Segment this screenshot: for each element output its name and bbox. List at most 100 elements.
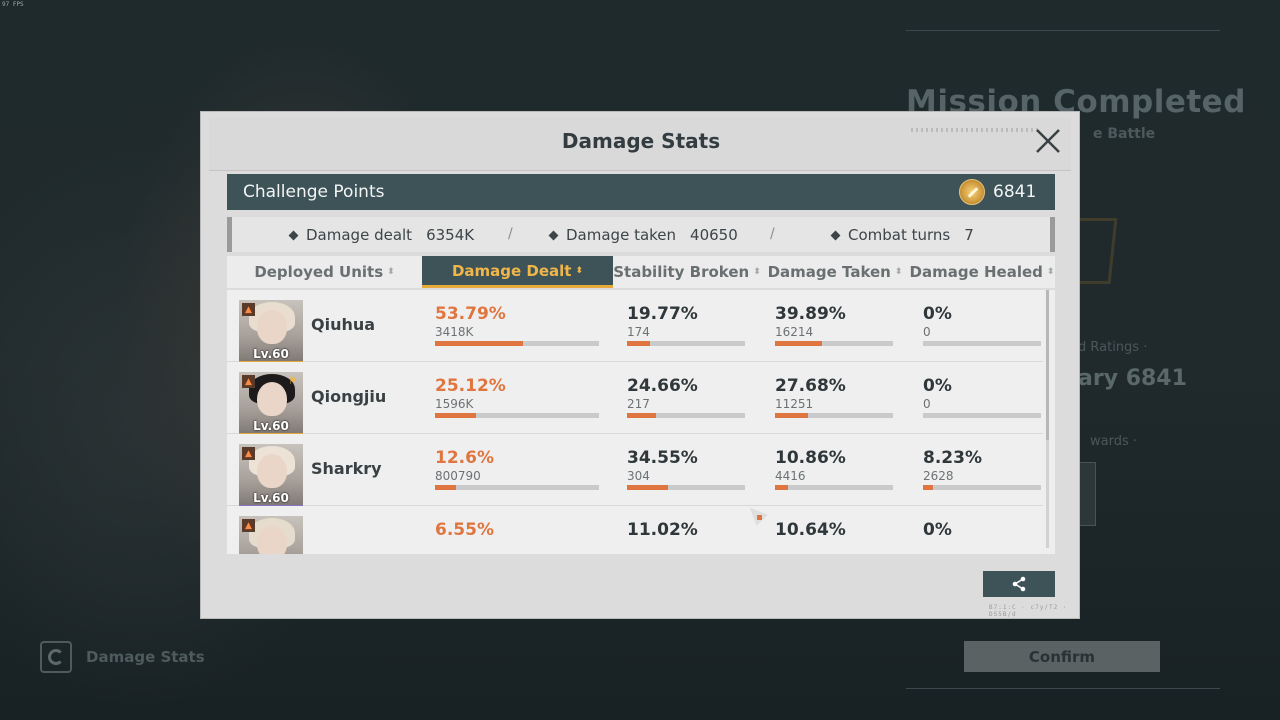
stat-bar-track: [627, 341, 745, 346]
stat-value: 217: [627, 397, 650, 411]
close-button[interactable]: [1033, 126, 1063, 156]
damage-stats-modal: Damage Stats Challenge Points 6841 Damag…: [200, 111, 1080, 619]
stat-percent: 6.55%: [435, 520, 494, 540]
stat-value: 16214: [775, 325, 814, 339]
unit-row[interactable]: ▲ ⚑ Lv.60 Qiongjiu 25.12% 1596K 24.66% 217 27.68…: [227, 362, 1043, 436]
stat-percent: 34.55%: [627, 448, 698, 468]
portrait-face: [257, 526, 287, 554]
stat-value: 1596K: [435, 397, 474, 411]
stat-percent: 19.77%: [627, 304, 698, 324]
stat-bar-fill: [775, 341, 822, 346]
stat-bar-fill: [435, 341, 523, 346]
unit-name: Qiongjiu: [311, 387, 387, 406]
stats-icon: [40, 641, 72, 673]
damage-taken-cell: 10.64%: [775, 520, 893, 541]
column-label: Damage Taken: [767, 263, 891, 281]
stat-bar-fill: [627, 341, 650, 346]
fire-icon: ▲: [242, 447, 255, 460]
unit-name: Qiuhua: [311, 315, 376, 334]
summary-value: 7: [964, 226, 974, 244]
unit-stats-list[interactable]: ▲ Lv.60 Qiuhua 53.79% 3418K 19.77% 174 39.89% 16…: [227, 290, 1055, 554]
stat-percent: 8.23%: [923, 448, 982, 468]
unit-portrait[interactable]: ▲: [239, 516, 303, 554]
summary-separator: /: [508, 226, 513, 242]
diamond-bullet-icon: [830, 230, 841, 240]
stat-bar-track: [775, 485, 893, 490]
challenge-medal-icon: [959, 179, 985, 205]
fire-icon: ▲: [242, 519, 255, 532]
column-damage-dealt[interactable]: Damage Dealt ⬍: [422, 256, 613, 288]
summary-label: Damage dealt: [306, 226, 413, 244]
role-icon: [286, 447, 300, 460]
damage-healed-cell: 8.23% 2628: [923, 448, 1041, 490]
unit-portrait[interactable]: ▲ Lv.60: [239, 300, 303, 364]
portrait-face: [257, 382, 287, 416]
stability-broken-cell: 11.02%: [627, 520, 745, 541]
confirm-button[interactable]: Confirm: [964, 641, 1160, 672]
summary-label: Combat turns: [848, 226, 951, 244]
column-label: Damage Dealt: [451, 261, 572, 280]
list-scroll-thumb[interactable]: [1046, 290, 1049, 440]
unit-portrait[interactable]: ▲ Lv.60: [239, 444, 303, 508]
unit-row[interactable]: ▲ Lv.60 Sharkry 12.6% 800790 34.55% 304 10.86% 4…: [227, 434, 1043, 508]
stat-percent: 12.6%: [435, 448, 494, 468]
stat-bar-track: [923, 485, 1041, 490]
fire-icon: ▲: [242, 375, 255, 388]
rating-label: d Ratings ·: [1078, 340, 1148, 355]
stat-value: 0: [923, 325, 931, 339]
damage-healed-cell: 0% 0: [923, 304, 1041, 346]
stat-percent: 25.12%: [435, 376, 506, 396]
column-deployed-units[interactable]: Deployed Units ⬍: [227, 256, 422, 288]
sort-icon: ⬍: [753, 267, 761, 277]
column-damage-taken[interactable]: Damage Taken ⬍: [761, 256, 909, 288]
summary-value: 40650: [690, 226, 738, 244]
stat-value: 0: [923, 397, 931, 411]
stat-percent: 53.79%: [435, 304, 506, 324]
column-label: Damage Healed: [909, 263, 1043, 281]
stat-bar-fill: [775, 485, 788, 490]
divider: [906, 30, 1220, 31]
stat-percent: 10.86%: [775, 448, 846, 468]
summary-label: Damage taken: [566, 226, 677, 244]
unit-portrait[interactable]: ▲ ⚑ Lv.60: [239, 372, 303, 436]
stat-value: 304: [627, 469, 650, 483]
stat-bar-fill: [775, 413, 808, 418]
portrait-face: [257, 310, 287, 344]
sort-icon: ⬍: [894, 267, 903, 277]
stat-value: 4416: [775, 469, 806, 483]
unit-level: Lv.60: [253, 419, 289, 433]
stat-percent: 27.68%: [775, 376, 846, 396]
challenge-points-value: 6841: [993, 182, 1037, 202]
stat-bar-track: [923, 341, 1041, 346]
stat-percent: 24.66%: [627, 376, 698, 396]
stat-value: 800790: [435, 469, 481, 483]
stat-bar-fill: [627, 485, 668, 490]
share-icon: [1012, 576, 1026, 592]
damage-taken-cell: 10.86% 4416: [775, 448, 893, 490]
stability-broken-cell: 24.66% 217: [627, 376, 745, 418]
stability-broken-cell: 34.55% 304: [627, 448, 745, 490]
unit-name: Sharkry: [311, 459, 382, 478]
share-button[interactable]: [983, 571, 1055, 597]
rating-value: ary 6841: [1078, 366, 1187, 391]
column-label: Stability Broken: [613, 263, 750, 281]
unit-row[interactable]: ▲ Lv.60 Qiuhua 53.79% 3418K 19.77% 174 39.89% 16…: [227, 290, 1043, 364]
close-icon: [1036, 129, 1060, 153]
stat-value: 11251: [775, 397, 814, 411]
stat-percent: 0%: [923, 520, 952, 540]
column-stability-broken[interactable]: Stability Broken ⬍: [613, 256, 761, 288]
sort-icon: ⬍: [1046, 267, 1055, 277]
stat-bar-fill: [923, 485, 933, 490]
column-damage-healed[interactable]: Damage Healed ⬍: [909, 256, 1055, 288]
damage-healed-cell: 0% 0: [923, 376, 1041, 418]
role-icon: [286, 519, 300, 532]
damage-taken-cell: 39.89% 16214: [775, 304, 893, 346]
stat-bar-fill: [435, 413, 476, 418]
unit-row[interactable]: ▲ 6.55% 11.02% 10.64% 0%: [227, 506, 1043, 554]
stat-value: 2628: [923, 469, 954, 483]
stat-bar-fill: [435, 485, 456, 490]
damage-stats-shortcut[interactable]: Damage Stats: [40, 641, 205, 673]
fps-counter: 97 FPS: [2, 1, 24, 8]
damage-stats-shortcut-label: Damage Stats: [86, 648, 205, 666]
stat-bar-track: [627, 485, 745, 490]
